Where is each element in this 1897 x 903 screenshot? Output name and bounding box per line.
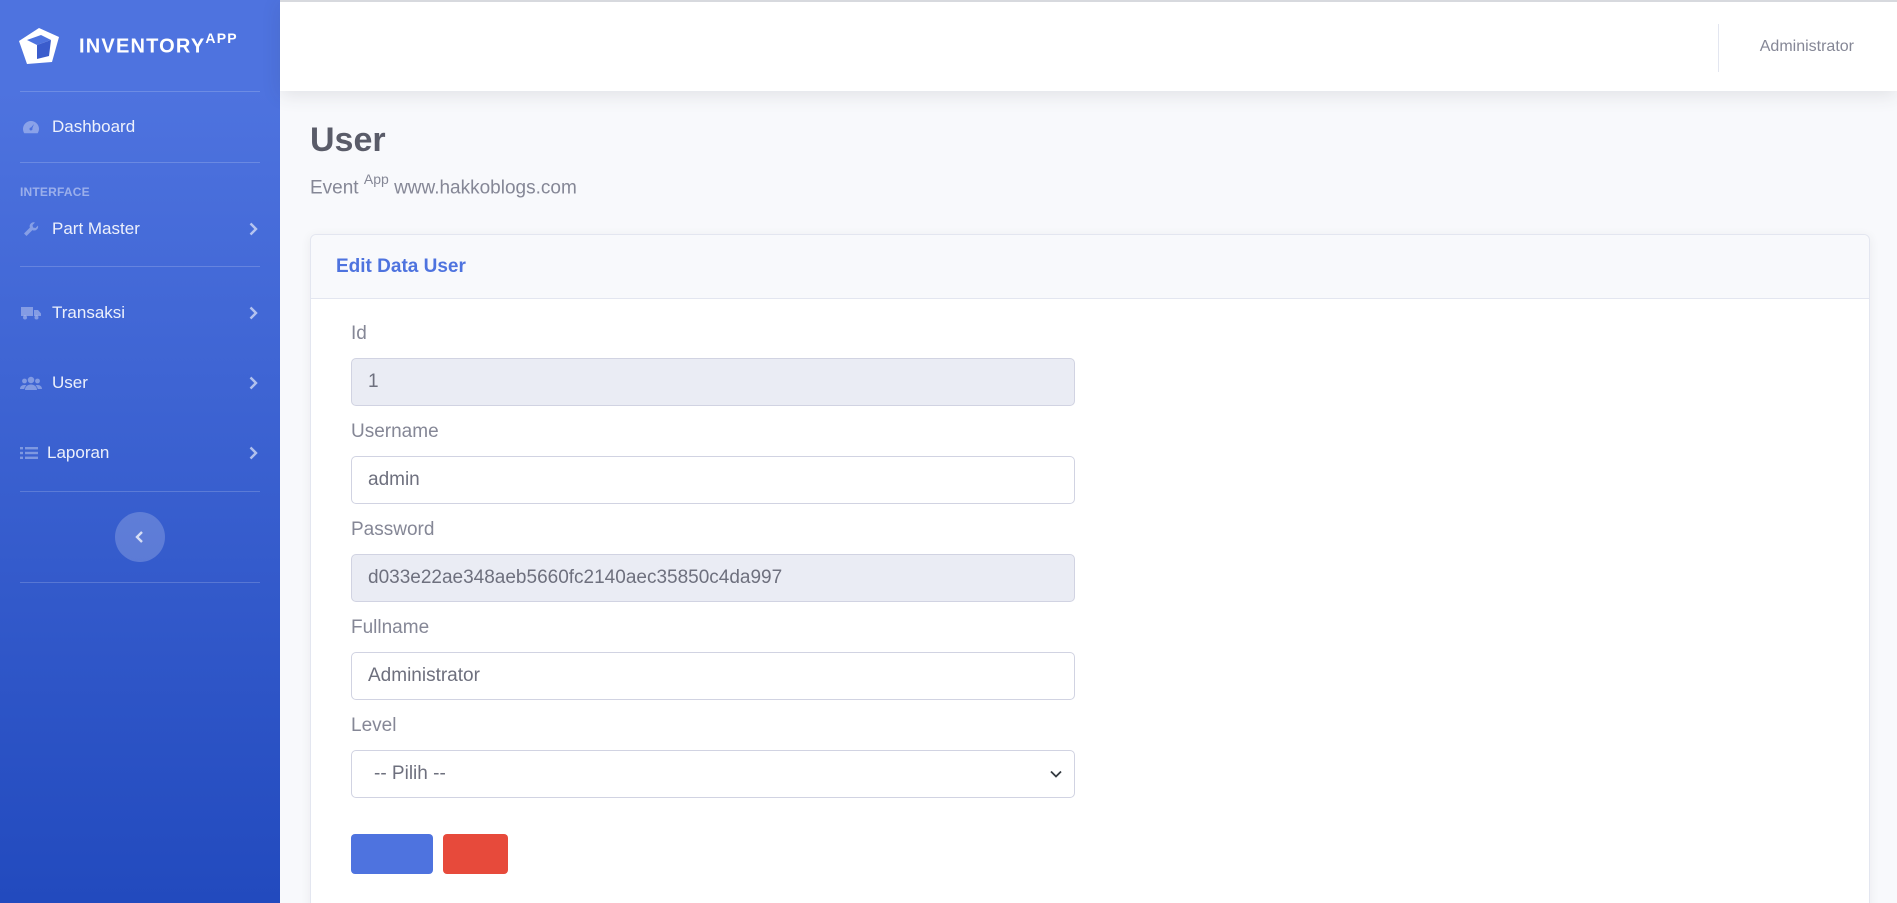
page-subtitle: Event App www.hakkoblogs.com (310, 171, 1870, 199)
wrench-icon (20, 220, 42, 238)
brand-name: INVENTORYAPP (79, 30, 238, 59)
sidebar-heading: INTERFACE (20, 185, 90, 199)
sidebar-item-transaksi[interactable]: Transaksi (0, 294, 280, 332)
sidebar-item-label: Dashboard (52, 117, 136, 136)
sidebar-toggle-button[interactable] (115, 512, 165, 562)
fullname-label: Fullname (351, 617, 430, 638)
fullname-field[interactable] (351, 652, 1075, 700)
id-label: Id (351, 323, 367, 344)
password-field[interactable] (351, 554, 1075, 602)
save-button[interactable] (351, 834, 433, 874)
form-group-level: Level -- Pilih -- (351, 715, 1829, 798)
topbar: Administrator (280, 0, 1897, 91)
app-root: INVENTORYAPP Dashboard INTERFACE Part Ma… (0, 0, 1897, 903)
user-dropdown[interactable]: Administrator (1760, 38, 1854, 56)
chevron-right-icon (249, 376, 258, 390)
username-field[interactable] (351, 456, 1075, 504)
brand-name-text: INVENTORY (79, 35, 206, 58)
username-label: Username (351, 421, 439, 442)
form-group-username: Username (351, 421, 1829, 504)
card-title: Edit Data User (311, 235, 1869, 299)
subtitle-prefix: Event (310, 177, 359, 199)
sidebar-item-label: User (52, 373, 88, 392)
password-label: Password (351, 519, 435, 540)
main-content: User Event App www.hakkoblogs.com Edit D… (310, 91, 1870, 903)
chevron-right-icon (249, 222, 258, 236)
form-group-id: Id (351, 323, 1829, 406)
subtitle-sup: App (363, 171, 389, 187)
edit-user-card: Edit Data User Id Username Password Full… (310, 234, 1870, 903)
card-body: Id Username Password Fullname Level (311, 299, 1869, 874)
sidebar-item-label: Part Master (52, 219, 140, 238)
sidebar-item-label: Laporan (47, 443, 110, 462)
level-select[interactable]: -- Pilih -- (351, 750, 1075, 798)
sidebar-item-label: Transaksi (52, 303, 126, 322)
id-field[interactable] (351, 358, 1075, 406)
brand-link[interactable]: INVENTORYAPP (0, 0, 280, 91)
truck-icon (20, 304, 42, 322)
level-label: Level (351, 715, 397, 736)
cancel-button[interactable] (443, 834, 508, 874)
page-title: User (310, 121, 386, 159)
sidebar: INVENTORYAPP Dashboard INTERFACE Part Ma… (0, 0, 280, 903)
list-icon (20, 444, 38, 462)
users-icon (20, 374, 42, 392)
brand-sup: APP (205, 30, 238, 47)
chevron-right-icon (249, 306, 258, 320)
subtitle-suffix: www.hakkoblogs.com (394, 177, 577, 199)
sidebar-item-dashboard[interactable]: Dashboard (0, 92, 280, 162)
chevron-right-icon (249, 446, 258, 460)
topbar-divider (1718, 24, 1719, 72)
sidebar-item-laporan[interactable]: Laporan (0, 434, 280, 472)
form-actions (351, 834, 1829, 874)
chevron-left-icon (135, 531, 143, 543)
chevron-down-icon (1050, 770, 1062, 778)
form-group-password: Password (351, 519, 1829, 602)
box-logo-icon (19, 27, 59, 64)
form-group-fullname: Fullname (351, 617, 1829, 700)
sidebar-item-part-master[interactable]: Part Master (0, 205, 280, 253)
sidebar-divider (20, 582, 260, 583)
level-select-value: -- Pilih -- (351, 750, 1075, 798)
tachometer-icon (20, 118, 42, 136)
sidebar-toggle-wrap (0, 492, 280, 582)
sidebar-item-user[interactable]: User (0, 364, 280, 402)
